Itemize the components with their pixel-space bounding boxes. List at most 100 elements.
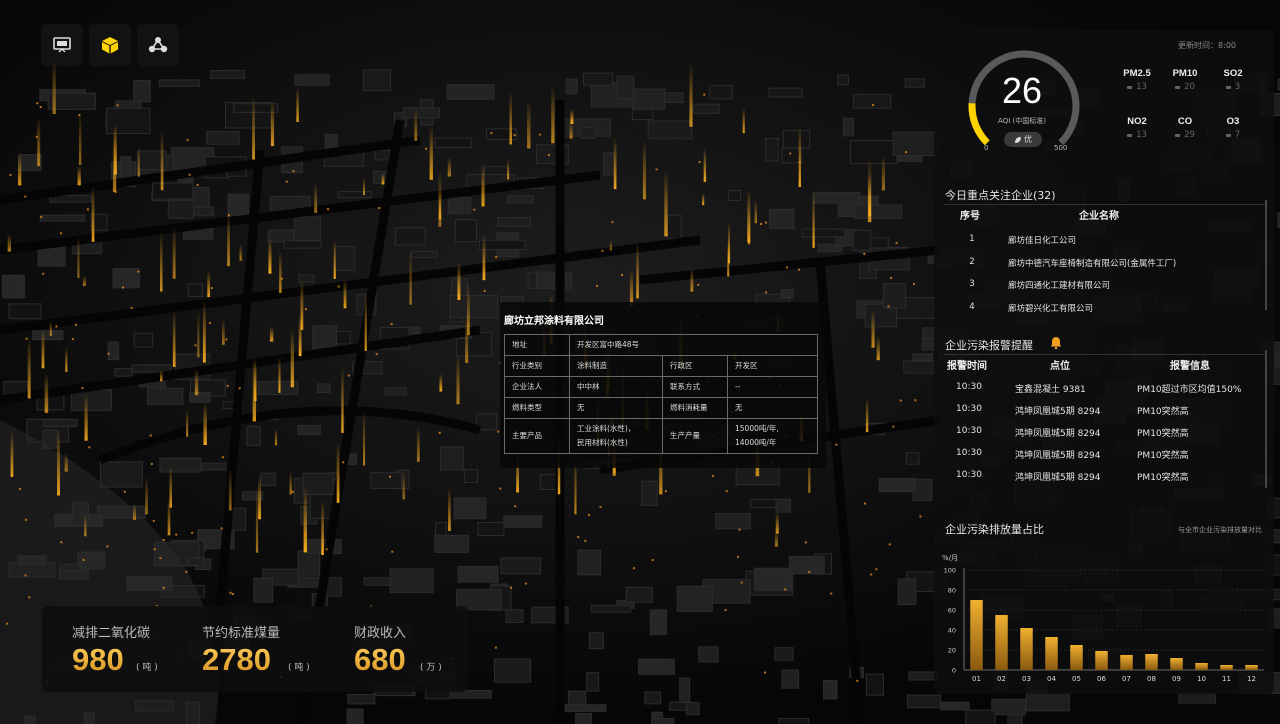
section-divider	[944, 204, 1266, 205]
building	[434, 534, 470, 553]
building	[616, 75, 635, 100]
light-dot	[390, 323, 393, 326]
bar-12[interactable]	[1245, 665, 1258, 670]
light-dot	[137, 270, 140, 273]
building	[837, 74, 849, 86]
network-view-button[interactable]	[138, 25, 178, 65]
company-name: 廊坊四通化工建材有限公司	[1008, 281, 1111, 291]
3d-view-button[interactable]	[90, 25, 130, 65]
light-dot	[748, 242, 751, 245]
building	[906, 694, 942, 709]
emission-spike	[78, 111, 82, 165]
building	[778, 717, 810, 724]
monitor-view-button[interactable]	[42, 25, 82, 65]
building	[754, 567, 792, 592]
alert-place: 鸿坤凤凰城5期 8294	[1015, 473, 1101, 483]
companies-title: 今日重点关注企业(32)	[945, 189, 1056, 202]
light-dot	[304, 308, 307, 311]
light-dot	[499, 487, 502, 490]
emission-spike	[456, 354, 460, 405]
update-time: 更新时间：8:00	[1178, 41, 1236, 50]
building	[1007, 713, 1023, 724]
building	[577, 549, 602, 576]
emission-spike	[252, 95, 255, 160]
light-dot	[912, 282, 915, 285]
stats-panel: 减排二氧化碳 980 ( 吨 ) 节约标准煤量 2780 ( 吨 ) 财政收入 …	[42, 606, 468, 692]
building	[842, 117, 855, 137]
output-line-2: 14000吨/年	[735, 438, 777, 447]
building	[233, 103, 278, 113]
building	[505, 609, 524, 624]
building	[316, 383, 331, 393]
aqi-level: 优	[1024, 135, 1032, 144]
building	[849, 140, 898, 165]
emission-spike	[429, 125, 433, 180]
y-tick-label: 20	[948, 647, 956, 655]
building	[362, 69, 391, 92]
bar-01[interactable]	[970, 600, 983, 670]
emission-spike	[172, 310, 176, 367]
bar-09[interactable]	[1170, 658, 1183, 670]
light-dot	[740, 581, 743, 584]
light-dot	[473, 208, 476, 211]
light-dot	[24, 574, 27, 577]
gauge-max: 500	[1054, 144, 1068, 152]
building	[151, 182, 194, 200]
bar-11[interactable]	[1220, 665, 1233, 670]
emission-spike	[629, 269, 634, 307]
light-dot	[225, 338, 228, 341]
bar-05[interactable]	[1070, 645, 1083, 670]
building	[1, 274, 25, 299]
level-bar	[1127, 85, 1133, 89]
light-dot	[599, 505, 602, 508]
light-dot	[539, 133, 542, 136]
building	[892, 131, 941, 157]
fuel-type-value: 无	[569, 397, 663, 419]
building	[446, 84, 495, 100]
alert-place: 鸿坤凤凰城5期 8294	[1015, 407, 1101, 417]
bar-04[interactable]	[1045, 637, 1058, 670]
alert-info: PM10突然高	[1137, 407, 1189, 417]
emission-spike	[289, 471, 292, 495]
emission-spike	[507, 159, 510, 180]
building	[912, 478, 933, 502]
bar-03[interactable]	[1020, 628, 1033, 670]
emission-spike	[467, 283, 470, 336]
light-dot	[872, 104, 875, 107]
light-dot	[327, 208, 330, 211]
building	[905, 452, 920, 465]
light-dot	[895, 241, 898, 244]
light-dot	[229, 591, 232, 594]
emission-spike	[314, 183, 318, 213]
light-dot	[784, 588, 787, 591]
district-label: 行政区	[662, 355, 728, 377]
bar-07[interactable]	[1120, 655, 1133, 670]
level-bar	[1225, 85, 1231, 89]
building	[187, 283, 204, 297]
alert-info: PM10突然高	[1137, 429, 1189, 439]
pollutant-value: 20	[1184, 82, 1195, 92]
emission-spike	[867, 158, 872, 223]
building	[750, 499, 780, 508]
companies-scrollbar[interactable]	[1265, 200, 1267, 310]
alerts-scrollbar[interactable]	[1265, 350, 1267, 488]
building	[575, 712, 592, 724]
bar-06[interactable]	[1095, 651, 1108, 670]
bar-02[interactable]	[995, 615, 1008, 670]
building	[854, 204, 903, 219]
building	[765, 138, 779, 162]
building	[32, 330, 64, 341]
address-label: 地址	[504, 334, 570, 356]
bar-08[interactable]	[1145, 654, 1158, 670]
emission-spike	[754, 199, 757, 224]
x-tick-label: 10	[1197, 675, 1206, 683]
bar-10[interactable]	[1195, 663, 1208, 670]
emission-spike	[82, 276, 86, 287]
emission-spike	[64, 452, 68, 472]
light-dot	[655, 168, 658, 171]
building	[99, 461, 143, 488]
light-dot	[856, 679, 859, 682]
output-label: 生产产量	[662, 418, 728, 454]
fuel-use-value: 无	[727, 397, 818, 419]
building	[297, 550, 321, 576]
